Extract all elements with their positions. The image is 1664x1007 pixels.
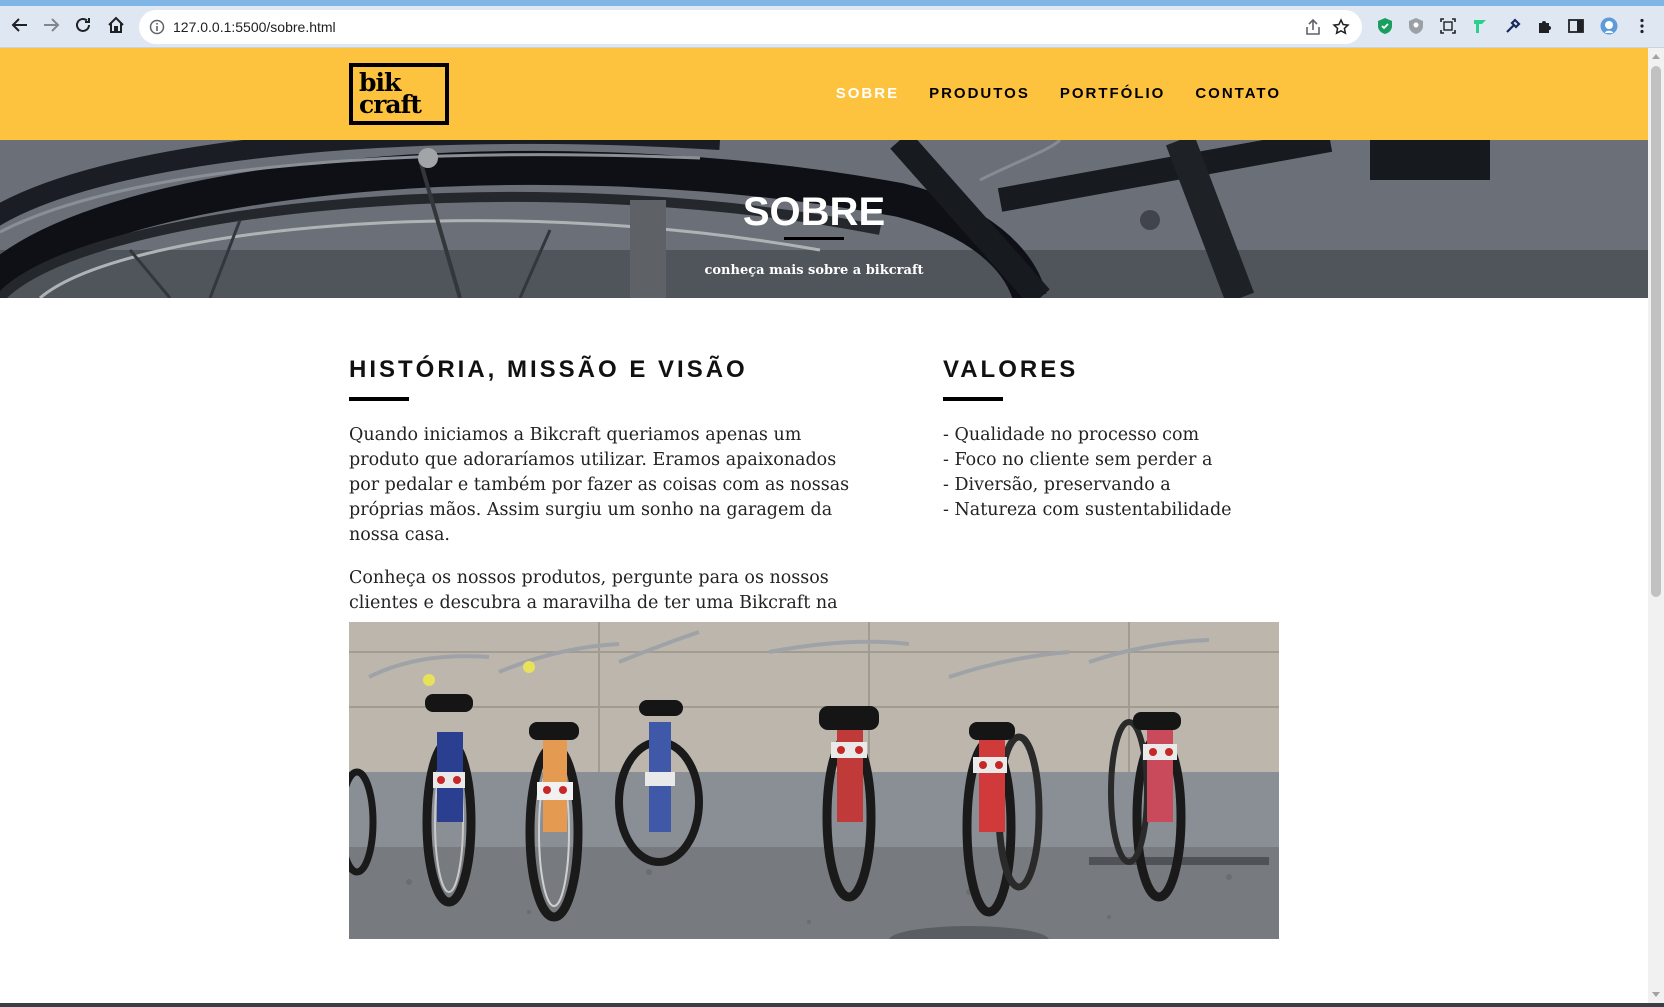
back-button[interactable] bbox=[8, 13, 32, 37]
extension-green-icon[interactable] bbox=[1470, 16, 1490, 36]
hero-banner: SOBRE conheça mais sobre a bikcraft bbox=[0, 140, 1648, 298]
eyedropper-icon[interactable] bbox=[1503, 16, 1523, 36]
nav-link-portfolio[interactable]: PORTFÓLIO bbox=[1060, 85, 1166, 102]
home-button[interactable] bbox=[104, 13, 128, 37]
scroll-up-arrow-icon[interactable] bbox=[1652, 54, 1660, 59]
address-bar[interactable]: 127.0.0.1:5500/sobre.html bbox=[139, 10, 1362, 44]
values-item: - Foco no cliente sem perder a bbox=[943, 450, 1213, 470]
site-header: bik craft SOBRE PRODUTOS PORTFÓLIO CONTA… bbox=[0, 48, 1648, 140]
info-icon[interactable] bbox=[149, 19, 165, 35]
tab-strip-edge bbox=[0, 0, 1664, 6]
logo-text-line2: craft bbox=[359, 90, 422, 119]
history-title: HISTÓRIA, MISSÃO E VISÃO bbox=[349, 356, 748, 383]
screenshot-icon[interactable] bbox=[1438, 16, 1458, 36]
forward-button[interactable] bbox=[39, 13, 63, 37]
values-item: - Diversão, preservando a bbox=[943, 475, 1171, 495]
scroll-thumb[interactable] bbox=[1651, 66, 1661, 597]
reload-button[interactable] bbox=[71, 13, 95, 37]
bikcraft-logo[interactable]: bik craft bbox=[349, 63, 449, 125]
nav-link-sobre[interactable]: SOBRE bbox=[836, 85, 899, 102]
home-icon bbox=[108, 16, 124, 33]
values-title: VALORES bbox=[943, 356, 1079, 383]
profile-avatar-icon[interactable] bbox=[1599, 16, 1619, 36]
values-list: - Qualidade no processo com - Foco no cl… bbox=[943, 423, 1273, 523]
share-icon[interactable] bbox=[1304, 18, 1322, 36]
extension-shield-icon[interactable] bbox=[1375, 16, 1395, 36]
values-item: - Qualidade no processo com bbox=[943, 425, 1200, 445]
main-nav: SOBRE PRODUTOS PORTFÓLIO CONTATO bbox=[836, 85, 1281, 102]
arrow-left-icon bbox=[11, 18, 27, 32]
values-item: - Natureza com sustentabilidade bbox=[943, 500, 1232, 520]
arrow-right-icon bbox=[44, 18, 60, 32]
history-paragraph-1: Quando iniciamos a Bikcraft queriamos ap… bbox=[349, 425, 850, 545]
scroll-down-arrow-icon[interactable] bbox=[1652, 992, 1660, 997]
values-underline bbox=[943, 397, 1003, 401]
puzzle-icon[interactable] bbox=[1535, 16, 1555, 36]
url-text[interactable]: 127.0.0.1:5500/sobre.html bbox=[173, 19, 336, 35]
browser-toolbar: 127.0.0.1:5500/sobre.html bbox=[0, 0, 1664, 48]
parked-bikes-photo bbox=[349, 622, 1279, 939]
reload-icon bbox=[76, 17, 90, 32]
hero-title: SOBRE bbox=[742, 190, 886, 234]
values-section: VALORES - Qualidade no processo com - Fo… bbox=[943, 356, 1273, 523]
nav-link-contato[interactable]: CONTATO bbox=[1195, 85, 1281, 102]
extension-gray-shield-icon[interactable] bbox=[1406, 16, 1426, 36]
history-section: HISTÓRIA, MISSÃO E VISÃO Quando iniciamo… bbox=[349, 356, 869, 659]
history-underline bbox=[349, 397, 409, 401]
hero-subtitle: conheça mais sobre a bikcraft bbox=[704, 263, 924, 278]
side-panel-icon[interactable] bbox=[1566, 16, 1586, 36]
page-viewport: bik craft SOBRE PRODUTOS PORTFÓLIO CONTA… bbox=[0, 48, 1648, 1003]
page-scrollbar[interactable] bbox=[1648, 48, 1664, 1003]
nav-link-produtos[interactable]: PRODUTOS bbox=[929, 85, 1030, 102]
menu-dots-icon[interactable] bbox=[1632, 16, 1652, 36]
taskbar-edge bbox=[0, 1003, 1664, 1007]
hero-underline bbox=[784, 237, 844, 240]
star-icon[interactable] bbox=[1332, 18, 1350, 36]
